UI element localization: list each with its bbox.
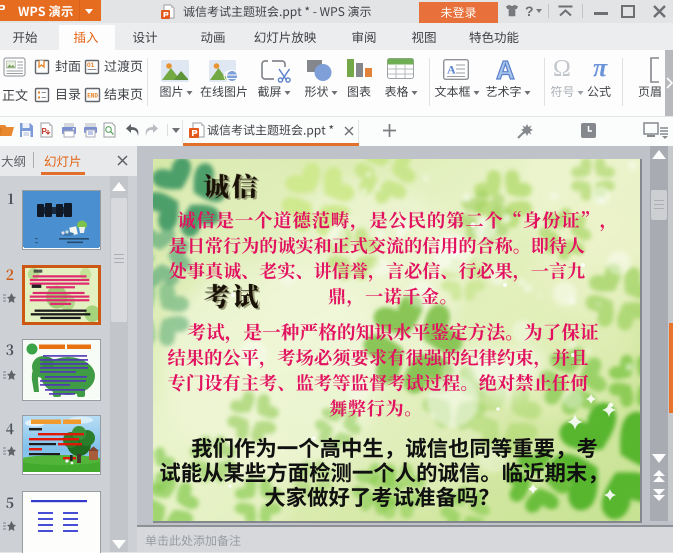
svg-text:A: A — [496, 57, 515, 81]
svg-text:01: 01 — [87, 62, 95, 69]
svg-text:END: END — [87, 93, 98, 100]
svg-text:A: A — [447, 63, 456, 77]
svg-text:P: P — [42, 127, 48, 136]
